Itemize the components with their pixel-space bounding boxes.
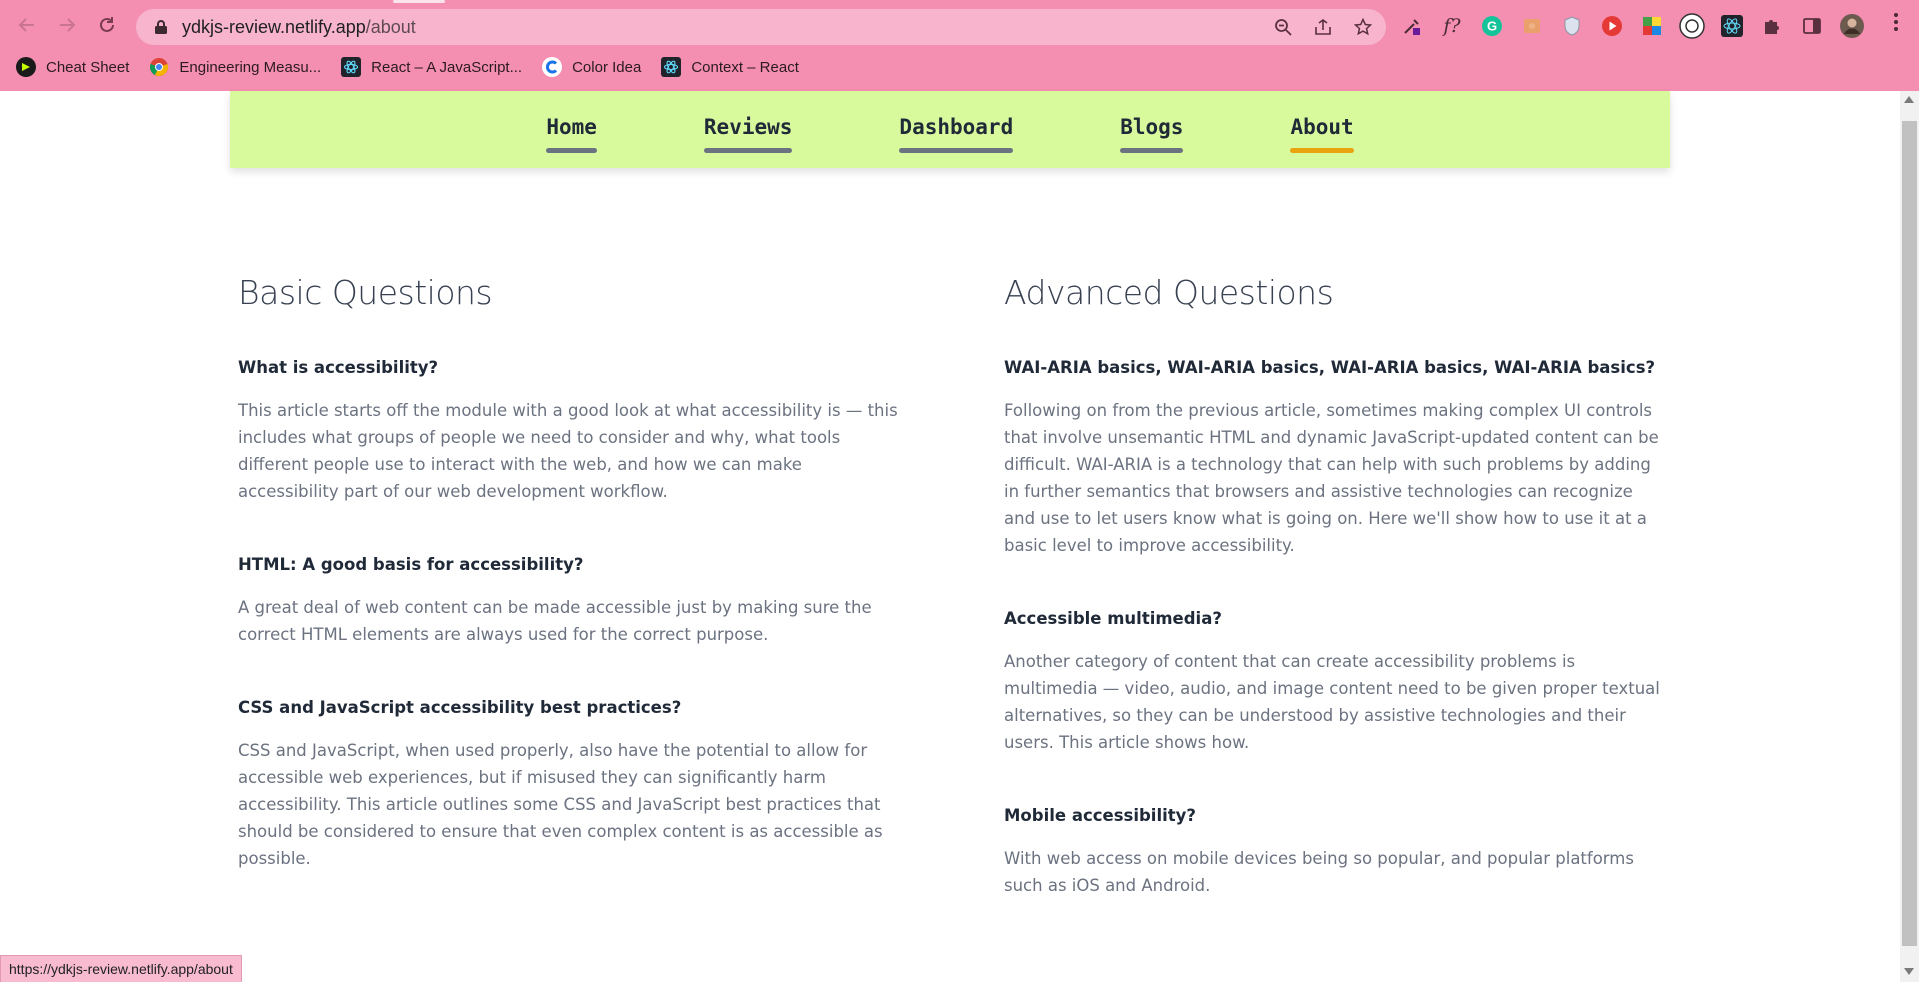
nav-link-blogs[interactable]: Blogs [1120, 115, 1184, 153]
bookmark-cheat-sheet[interactable]: Cheat Sheet [16, 57, 129, 77]
url-text[interactable]: ydkjs-review.netlify.app/about [182, 17, 416, 38]
nav-link-dashboard[interactable]: Dashboard [899, 115, 1013, 153]
qa-item: Mobile accessibility? With web access on… [1004, 806, 1669, 899]
site-navbar: Home Reviews Dashboard Blogs About [230, 91, 1670, 168]
qa-item: What is accessibility? This article star… [238, 358, 903, 505]
scrollbar-thumb[interactable] [1902, 121, 1917, 946]
question-heading: CSS and JavaScript accessibility best pr… [238, 698, 682, 717]
lock-icon[interactable] [152, 18, 170, 36]
bookmark-label: React – A JavaScript... [371, 58, 523, 76]
answer-text: Another category of content that can cre… [1004, 652, 1660, 752]
basic-questions-section: Basic Questions What is accessibility? T… [238, 273, 903, 922]
bookmark-react-docs[interactable]: React – A JavaScript... [341, 57, 522, 77]
bookmark-label: Color Idea [572, 58, 642, 76]
nav-link-about[interactable]: About [1290, 115, 1354, 153]
kebab-menu-icon [1894, 13, 1898, 31]
picture-icon[interactable] [1518, 12, 1546, 40]
nav-link-home[interactable]: Home [546, 115, 597, 153]
profile-avatar[interactable] [1838, 12, 1866, 40]
react-devtools-icon[interactable] [1718, 12, 1746, 40]
reload-icon [100, 17, 114, 32]
answer-text: A great deal of web content can be made … [238, 598, 872, 644]
reload-button[interactable] [92, 10, 122, 40]
question-heading: Mobile accessibility? [1004, 806, 1196, 825]
url-host: ydkjs-review.netlify.app [182, 16, 366, 37]
nav-link-reviews[interactable]: Reviews [703, 115, 792, 153]
extensions-bar: f? G [1398, 12, 1866, 40]
back-arrow-icon [18, 18, 34, 32]
browser-menu-button[interactable] [1884, 12, 1908, 40]
grammarly-icon[interactable]: G [1478, 12, 1506, 40]
bookmark-label: Cheat Sheet [46, 58, 130, 76]
share-icon[interactable] [1310, 15, 1336, 39]
scroll-up-arrow-icon[interactable] [1904, 96, 1914, 103]
answer-text: With web access on mobile devices being … [1004, 849, 1634, 895]
chrome-favicon [149, 57, 169, 77]
question-heading: Accessible multimedia? [1004, 609, 1222, 628]
puzzle-icon[interactable] [1758, 12, 1786, 40]
advanced-questions-section: Advanced Questions WAI-ARIA basics, WAI-… [1004, 273, 1669, 949]
forward-button[interactable] [52, 10, 82, 40]
svg-text:G: G [1487, 19, 1497, 34]
bookmark-label: Context – React [691, 58, 799, 76]
address-bar[interactable]: ydkjs-review.netlify.app/about [136, 9, 1386, 45]
bookmark-label: Engineering Measu... [179, 58, 322, 76]
qa-item: WAI-ARIA basics, WAI-ARIA basics, WAI-AR… [1004, 358, 1669, 559]
react-favicon [341, 57, 362, 77]
section-title: Basic Questions [238, 273, 493, 312]
bookmark-engineering[interactable]: Engineering Measu... [149, 57, 321, 77]
qa-item: Accessible multimedia? Another category … [1004, 609, 1669, 756]
question-heading: HTML: A good basis for accessibility? [238, 555, 584, 574]
bookmark-star-icon[interactable] [1350, 15, 1376, 39]
scroll-down-arrow-icon[interactable] [1904, 968, 1914, 975]
qa-item: CSS and JavaScript accessibility best pr… [238, 698, 903, 872]
color-grid-icon[interactable] [1638, 12, 1666, 40]
shield-icon[interactable] [1558, 12, 1586, 40]
answer-text: Following on from the previous article, … [1004, 401, 1659, 555]
circle-icon[interactable] [1678, 12, 1706, 40]
cheat-sheet-favicon [16, 57, 36, 77]
forward-arrow-icon [60, 18, 76, 32]
react-favicon [661, 57, 682, 77]
question-heading: WAI-ARIA basics, WAI-ARIA basics, WAI-AR… [1004, 358, 1656, 377]
back-button[interactable] [12, 10, 42, 40]
page-content: Home Reviews Dashboard Blogs About Basic… [0, 91, 1900, 982]
qa-item: HTML: A good basis for accessibility? A … [238, 555, 903, 648]
bookmark-color-idea[interactable]: Color Idea [542, 57, 641, 77]
section-title: Advanced Questions [1004, 273, 1334, 312]
question-heading: What is accessibility? [238, 358, 439, 377]
eyedropper-icon[interactable] [1398, 12, 1426, 40]
color-idea-favicon [542, 57, 563, 77]
answer-text: CSS and JavaScript, when used properly, … [238, 741, 883, 868]
formula-icon[interactable]: f? [1438, 12, 1466, 40]
bookmark-context-react[interactable]: Context – React [661, 57, 799, 77]
zoom-icon[interactable] [1270, 15, 1296, 39]
bookmarks-bar: Cheat Sheet Engineering Measu... React –… [0, 54, 1919, 80]
youtube-icon[interactable] [1598, 12, 1626, 40]
url-path: /about [365, 16, 416, 37]
sidebar-icon[interactable] [1798, 12, 1826, 40]
answer-text: This article starts off the module with … [238, 401, 898, 501]
status-bar-url: https://ydkjs-review.netlify.app/about [0, 955, 242, 982]
active-tab-indicator[interactable] [393, 0, 445, 3]
